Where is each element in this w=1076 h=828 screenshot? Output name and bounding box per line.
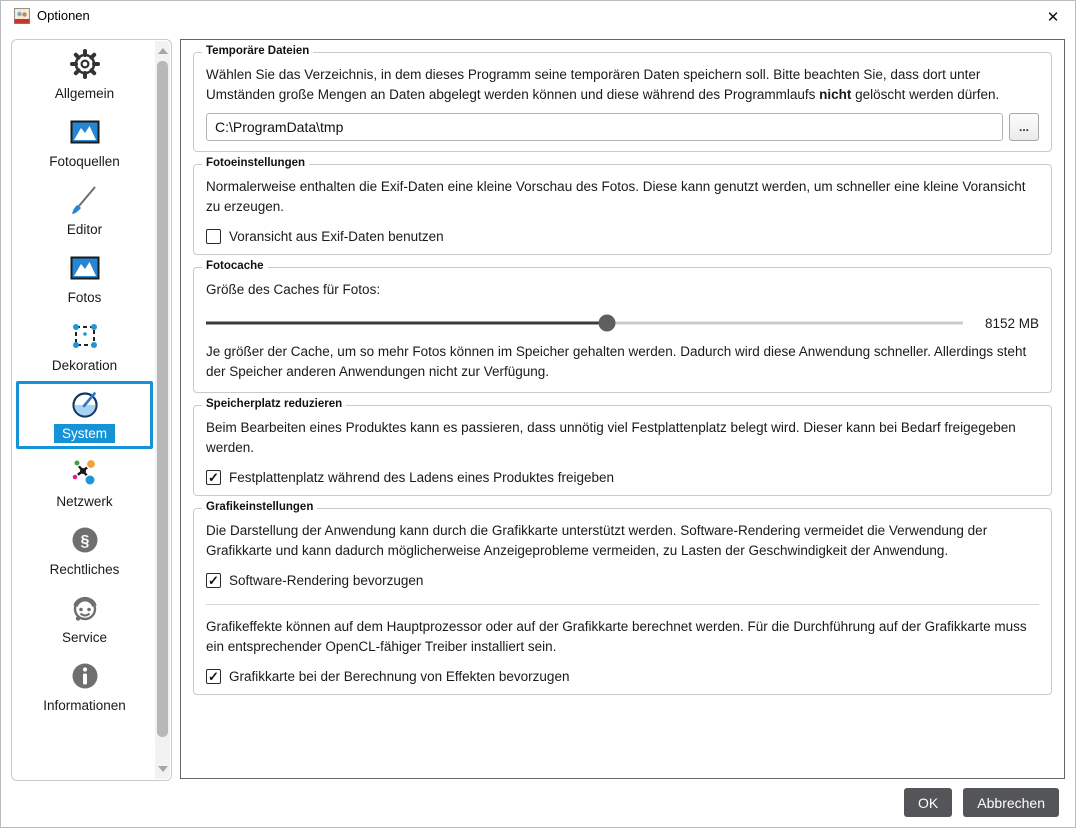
cache-description: Je größer der Cache, um so mehr Fotos kö… (206, 344, 1027, 379)
graphics-description-1: Die Darstellung der Anwendung kann durch… (206, 523, 988, 558)
gear-icon (67, 47, 103, 81)
dialog-footer: OK Abbrechen (904, 788, 1059, 817)
group-photo-cache: Fotocache Größe des Caches für Fotos: 81… (193, 260, 1052, 393)
group-disk-space: Speicherplatz reduzieren Beim Bearbeiten… (193, 398, 1052, 496)
sidebar-item-label: Rechtliches (49, 562, 120, 577)
sidebar-item-label: Fotos (67, 290, 102, 305)
sidebar-item-label: Informationen (43, 698, 126, 713)
photo-settings-description: Normalerweise enthalten die Exif-Daten e… (206, 179, 1026, 214)
browse-button[interactable]: ... (1009, 113, 1039, 141)
cache-size-label: Größe des Caches für Fotos: (206, 282, 381, 297)
sidebar-list: Allgemein Fotoquellen Editor Fotos Dekor… (13, 41, 155, 779)
sidebar-item-netzwerk[interactable]: Netzwerk (16, 449, 153, 517)
sidebar-scrollbar[interactable] (155, 41, 170, 779)
group-photo-settings: Fotoeinstellungen Normalerweise enthalte… (193, 157, 1052, 255)
close-icon[interactable]: ✕ (1042, 6, 1064, 28)
temp-files-description: Wählen Sie das Verzeichnis, in dem diese… (206, 67, 1000, 102)
checkbox-label: Festplattenplatz während des Ladens eine… (229, 470, 615, 485)
window-title: Optionen (37, 8, 90, 23)
headset-support-icon (67, 591, 103, 625)
checkbox-box[interactable]: ✓ (206, 669, 221, 684)
sidebar-item-label: Fotoquellen (49, 154, 120, 169)
scroll-down-icon[interactable] (157, 766, 168, 772)
sidebar-item-fotoquellen[interactable]: Fotoquellen (16, 109, 153, 177)
group-legend: Temporäre Dateien (202, 45, 314, 57)
checkbox-label: Grafikkarte bei der Berechnung von Effek… (229, 669, 570, 684)
ok-button[interactable]: OK (904, 788, 953, 817)
temp-path-input[interactable] (206, 113, 1003, 141)
scrollbar-thumb[interactable] (157, 61, 168, 737)
gpu-effects-checkbox[interactable]: ✓ Grafikkarte bei der Berechnung von Eff… (206, 669, 1039, 684)
checkbox-label: Software-Rendering bevorzugen (229, 573, 424, 588)
app-icon (14, 8, 30, 24)
image-icon (67, 115, 103, 149)
options-dialog: Optionen ✕ Allgemein Fotoquellen Editor … (0, 0, 1076, 828)
group-legend: Speicherplatz reduzieren (202, 398, 347, 410)
sidebar: Allgemein Fotoquellen Editor Fotos Dekor… (11, 39, 172, 781)
sidebar-item-allgemein[interactable]: Allgemein (16, 41, 153, 109)
sidebar-item-label: Netzwerk (56, 494, 113, 509)
paintbrush-icon (67, 183, 103, 217)
sidebar-item-label: Dekoration (51, 358, 118, 373)
cache-size-value: 8152 MB (984, 315, 1039, 331)
info-icon (67, 659, 103, 693)
sidebar-item-service[interactable]: Service (16, 585, 153, 653)
graphics-description-2: Grafikeffekte können auf dem Hauptprozes… (206, 619, 1027, 654)
slider-handle[interactable] (598, 314, 616, 332)
sidebar-item-label: Service (61, 630, 107, 645)
cancel-button[interactable]: Abbrechen (963, 788, 1059, 817)
checkbox-box[interactable] (206, 229, 221, 244)
group-legend: Grafikeinstellungen (202, 501, 318, 513)
gauge-icon (67, 387, 103, 421)
sidebar-item-label: Editor (66, 222, 103, 237)
group-graphics: Grafikeinstellungen Die Darstellung der … (193, 501, 1052, 695)
sidebar-item-rechtliches[interactable]: § Rechtliches (16, 517, 153, 585)
settings-panel: Temporäre Dateien Wählen Sie das Verzeic… (180, 39, 1065, 779)
group-legend: Fotocache (202, 260, 268, 272)
group-temp-files: Temporäre Dateien Wählen Sie das Verzeic… (193, 45, 1052, 152)
separator (206, 604, 1039, 605)
sidebar-item-editor[interactable]: Editor (16, 177, 153, 245)
scroll-up-icon[interactable] (157, 48, 168, 54)
image-icon (67, 251, 103, 285)
free-disk-space-checkbox[interactable]: ✓ Festplattenplatz während des Ladens ei… (206, 470, 1039, 485)
svg-text:§: § (80, 533, 89, 550)
sidebar-item-fotos[interactable]: Fotos (16, 245, 153, 313)
checkbox-label: Voransicht aus Exif-Daten benutzen (229, 229, 444, 244)
sidebar-item-label: Allgemein (54, 86, 115, 101)
checkbox-box[interactable]: ✓ (206, 573, 221, 588)
network-icon (67, 455, 103, 489)
paragraph-icon: § (67, 523, 103, 557)
sidebar-item-dekoration[interactable]: Dekoration (16, 313, 153, 381)
sidebar-item-label: System (53, 424, 115, 443)
disk-space-description: Beim Bearbeiten eines Produktes kann es … (206, 420, 1016, 455)
exif-preview-checkbox[interactable]: Voransicht aus Exif-Daten benutzen (206, 229, 1039, 244)
sidebar-item-system[interactable]: System (16, 381, 153, 449)
slider-fill (206, 321, 608, 325)
checkbox-box[interactable]: ✓ (206, 470, 221, 485)
software-rendering-checkbox[interactable]: ✓ Software-Rendering bevorzugen (206, 573, 1039, 588)
group-legend: Fotoeinstellungen (202, 157, 310, 169)
selection-frame-icon (67, 319, 103, 353)
cache-size-slider[interactable] (206, 314, 963, 332)
sidebar-item-informationen[interactable]: Informationen (16, 653, 153, 721)
titlebar: Optionen ✕ (1, 1, 1075, 31)
